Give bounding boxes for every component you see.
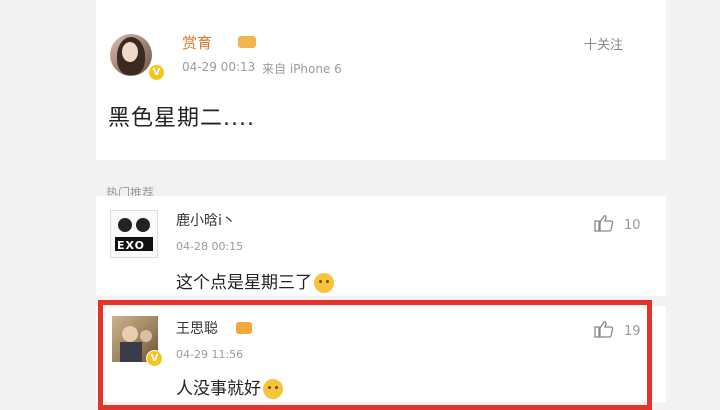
emoji-icon (314, 273, 334, 293)
comment-avatar-text: EXO (117, 239, 145, 252)
comment-text: 这个点是星期三了 (176, 268, 334, 293)
vip-badge-icon: V (148, 64, 165, 81)
comment-avatar[interactable]: EXO (110, 210, 158, 258)
comment-text-content: 这个点是星期三了 (176, 273, 312, 293)
like-count: 10 (624, 218, 641, 233)
post-text: 黑色星期二.... (108, 106, 255, 131)
like-icon[interactable] (594, 214, 614, 232)
crown-icon (238, 36, 256, 48)
comment-author-name[interactable]: 鹿小晗i丶 (176, 210, 236, 230)
post-source: 来自 iPhone 6 (262, 62, 342, 76)
comment-time: 04-28 00:15 (176, 240, 244, 253)
post-author-name[interactable]: 赏育 (182, 32, 212, 53)
post-card (96, 0, 666, 160)
post-time: 04-29 00:13 (182, 60, 256, 74)
highlight-box (98, 300, 652, 410)
post-author-avatar[interactable] (110, 34, 152, 76)
follow-button[interactable]: 十关注 (584, 34, 623, 53)
